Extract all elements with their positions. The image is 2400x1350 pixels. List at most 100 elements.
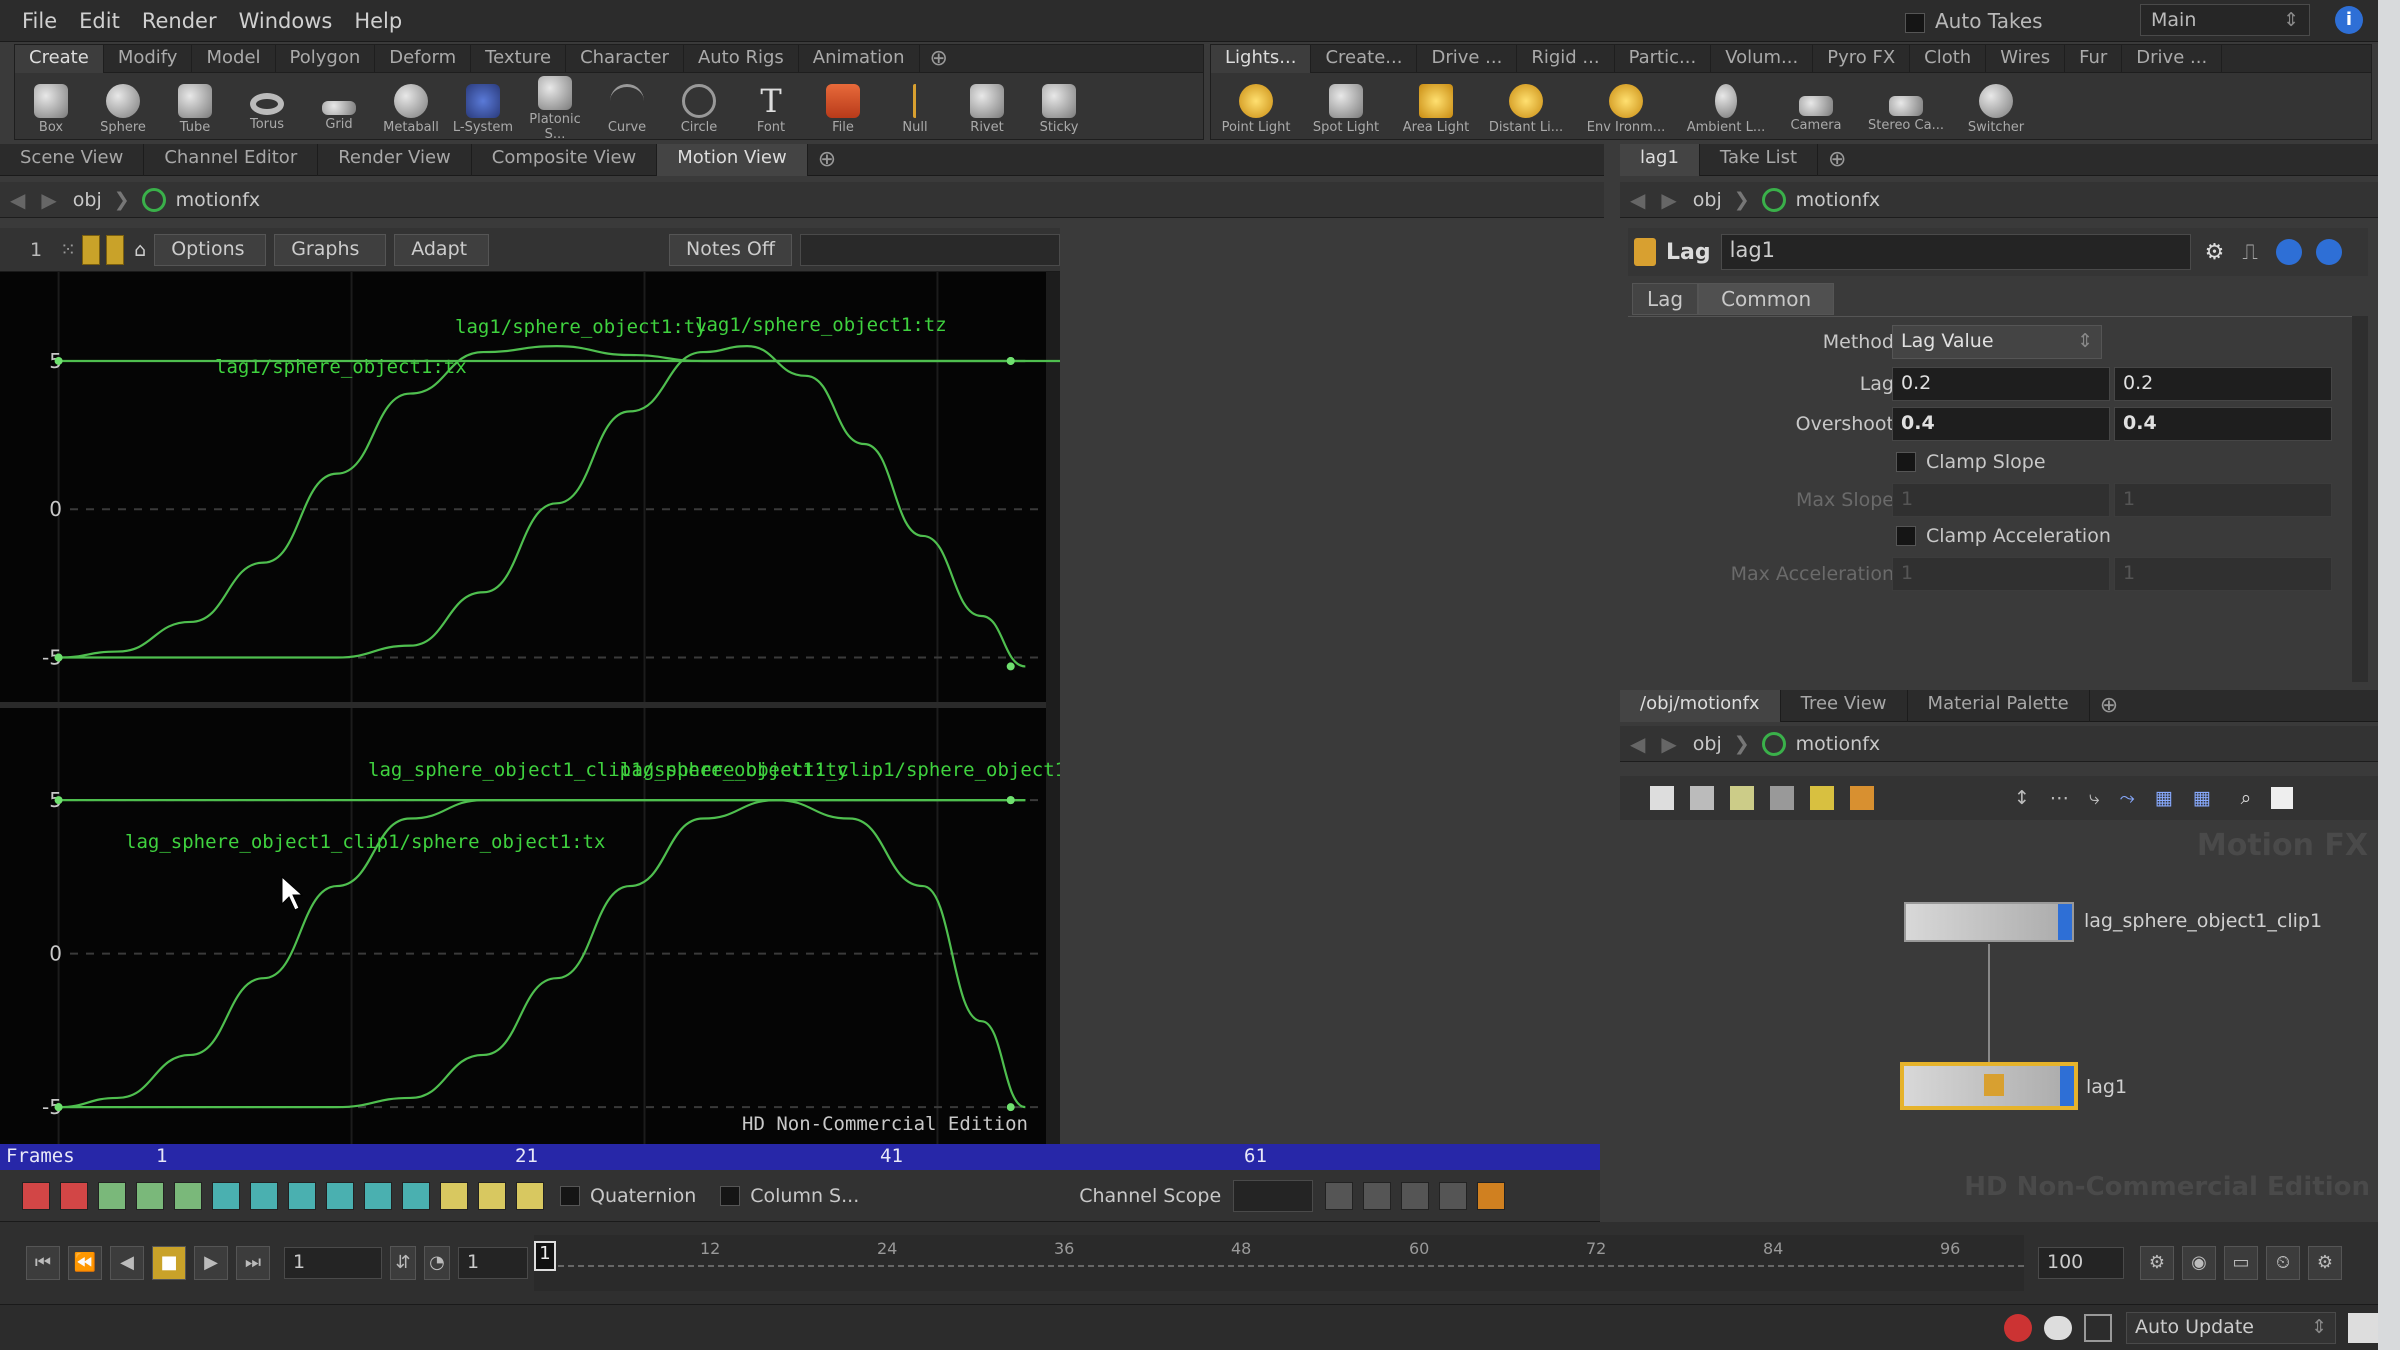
breadcrumb-motionfx[interactable]: motionfx bbox=[1796, 733, 1880, 755]
keys-icon[interactable]: ⚙ bbox=[2140, 1246, 2174, 1280]
shelf-tab-volum[interactable]: Volum... bbox=[1711, 44, 1814, 73]
play-icon[interactable]: ▶ bbox=[194, 1246, 228, 1280]
breadcrumb-obj[interactable]: obj bbox=[73, 189, 102, 211]
tool-font[interactable]: T Font bbox=[735, 78, 807, 135]
tool-grid[interactable]: Grid bbox=[303, 81, 375, 132]
tool-sticky[interactable]: Sticky bbox=[1023, 78, 1095, 135]
notes-menu[interactable]: Notes Off bbox=[669, 233, 792, 266]
teal-square-icon[interactable] bbox=[364, 1181, 392, 1210]
scope-tool-icon[interactable] bbox=[1325, 1181, 1354, 1210]
options-menu[interactable]: Options bbox=[154, 233, 267, 266]
palette-icon[interactable] bbox=[1730, 786, 1754, 810]
error-icon[interactable] bbox=[2004, 1313, 2032, 1342]
shelf-tab-rigid[interactable]: Rigid ... bbox=[1517, 44, 1615, 73]
shelf-tab-wires[interactable]: Wires bbox=[1986, 44, 2066, 73]
shelf-tab-cloth[interactable]: Cloth bbox=[1910, 44, 1987, 73]
add-tab-icon[interactable]: ⊕ bbox=[2100, 693, 2118, 718]
current-frame-field[interactable]: 1 bbox=[284, 1247, 382, 1279]
add-tab-icon[interactable]: ⊕ bbox=[818, 147, 836, 172]
teal-square-icon[interactable] bbox=[326, 1181, 354, 1210]
forward-arrow-icon[interactable]: ▶ bbox=[41, 188, 56, 212]
node-lag-sphere-clip[interactable] bbox=[1904, 902, 2074, 942]
tool-area-light[interactable]: Area Light bbox=[1391, 78, 1481, 135]
grid-view-button[interactable] bbox=[82, 234, 101, 265]
realtime-icon[interactable]: ◔ bbox=[424, 1246, 450, 1280]
tool-camera[interactable]: Camera bbox=[1771, 80, 1861, 133]
teal-square-icon[interactable] bbox=[402, 1181, 430, 1210]
scatter-icon[interactable]: ⁙ bbox=[60, 239, 76, 261]
step-back-icon[interactable]: ⏪ bbox=[68, 1246, 102, 1280]
tool-tube[interactable]: Tube bbox=[159, 78, 231, 135]
snap-icon[interactable]: ▦ bbox=[2155, 787, 2173, 809]
graph-index-icon[interactable]: 1 bbox=[30, 239, 42, 261]
tab-obj-motionfx[interactable]: /obj/motionfx bbox=[1620, 689, 1781, 722]
teal-square-icon[interactable] bbox=[250, 1181, 278, 1210]
teal-square-icon[interactable] bbox=[288, 1181, 316, 1210]
breadcrumb-motionfx[interactable]: motionfx bbox=[1796, 189, 1880, 211]
tool-curve[interactable]: Curve bbox=[591, 78, 663, 135]
tool-point-light[interactable]: Point Light bbox=[1211, 78, 1301, 135]
jump-start-icon[interactable]: ⏮ bbox=[26, 1246, 60, 1280]
tool-switcher[interactable]: Switcher bbox=[1951, 78, 2041, 135]
help-icon[interactable] bbox=[2315, 239, 2342, 265]
shelf-tab-auto-rigs[interactable]: Auto Rigs bbox=[684, 44, 799, 73]
node-lag1[interactable] bbox=[1900, 1062, 2078, 1110]
tab-scene-view[interactable]: Scene View bbox=[0, 143, 145, 176]
tool-box[interactable]: Box bbox=[15, 78, 87, 135]
overshoot-field-2[interactable]: 0.4 bbox=[2114, 407, 2332, 441]
graphs-menu[interactable]: Graphs bbox=[274, 233, 387, 266]
menu-help[interactable]: Help bbox=[354, 9, 402, 33]
param-tab-common[interactable]: Common bbox=[1698, 283, 1835, 315]
tab-lag1[interactable]: lag1 bbox=[1620, 143, 1700, 176]
snap-grid-icon[interactable]: ▦ bbox=[2193, 787, 2211, 809]
lag-field-1[interactable]: 0.2 bbox=[1892, 367, 2110, 401]
tool-null[interactable]: Null bbox=[879, 78, 951, 135]
stop-icon[interactable]: ■ bbox=[152, 1246, 186, 1280]
align-icon[interactable]: ↕ bbox=[2014, 787, 2030, 809]
shelf-tab-fur[interactable]: Fur bbox=[2065, 44, 2123, 73]
chat-icon[interactable] bbox=[2044, 1315, 2072, 1340]
auto-takes-toggle[interactable]: Auto Takes bbox=[1905, 9, 2043, 33]
shelf-tab-drive2[interactable]: Drive ... bbox=[2122, 44, 2223, 73]
clamp-slope-checkbox[interactable] bbox=[1896, 452, 1916, 472]
range-icon[interactable]: ▭ bbox=[2224, 1246, 2258, 1280]
tab-motion-view[interactable]: Motion View bbox=[657, 143, 808, 176]
breadcrumb-obj[interactable]: obj bbox=[1693, 733, 1722, 755]
back-arrow-icon[interactable]: ◀ bbox=[1630, 188, 1645, 212]
menu-windows[interactable]: Windows bbox=[239, 9, 333, 33]
display-flag-icon[interactable] bbox=[2058, 904, 2072, 940]
tab-tree-view[interactable]: Tree View bbox=[1781, 689, 1908, 722]
shelf-tab-modify[interactable]: Modify bbox=[104, 44, 193, 73]
note-icon[interactable] bbox=[1810, 786, 1834, 810]
tool-rivet[interactable]: Rivet bbox=[951, 78, 1023, 135]
end-frame-field[interactable]: 100 bbox=[2038, 1247, 2124, 1279]
desk-icon[interactable] bbox=[2348, 1312, 2378, 1343]
shelf-tab-drive[interactable]: Drive ... bbox=[1417, 44, 1518, 73]
help-icon[interactable]: i bbox=[2335, 6, 2363, 34]
scope-tool-icon[interactable] bbox=[1401, 1181, 1430, 1210]
graph-filter-field[interactable] bbox=[799, 233, 1060, 266]
shelf-tab-animation[interactable]: Animation bbox=[799, 44, 920, 73]
yellow-square-icon[interactable] bbox=[516, 1181, 544, 1210]
menu-file[interactable]: File bbox=[22, 9, 57, 33]
layout-icon[interactable] bbox=[1690, 786, 1714, 810]
display-flag-icon[interactable] bbox=[2060, 1066, 2074, 1106]
node-name-field[interactable]: lag1 bbox=[1720, 234, 2191, 270]
scope-tool-icon[interactable] bbox=[1439, 1181, 1468, 1210]
shelf-tab-lights[interactable]: Lights... bbox=[1211, 44, 1312, 73]
method-select[interactable]: Lag Value ⇕ bbox=[1892, 325, 2102, 359]
shelf-tab-partic[interactable]: Partic... bbox=[1615, 44, 1712, 73]
auto-update-menu[interactable]: Auto Update ⇕ bbox=[2126, 1311, 2336, 1344]
teal-square-icon[interactable] bbox=[212, 1181, 240, 1210]
grid-icon[interactable] bbox=[1770, 786, 1794, 810]
quaternion-checkbox[interactable] bbox=[560, 1185, 580, 1206]
forward-arrow-icon[interactable]: ▶ bbox=[1661, 732, 1676, 756]
add-shelf-icon[interactable]: ⊕ bbox=[930, 46, 948, 71]
timeline[interactable]: 1 12 24 36 48 60 72 84 96 bbox=[534, 1235, 2024, 1291]
red-square-icon[interactable] bbox=[60, 1181, 88, 1210]
channel-scope-field[interactable] bbox=[1233, 1179, 1314, 1212]
network-editor[interactable]: Motion FX lag_sphere_object1_clip1 lag1 … bbox=[1624, 822, 2378, 1222]
tool-circle[interactable]: Circle bbox=[663, 78, 735, 135]
stats-icon[interactable] bbox=[2084, 1313, 2112, 1342]
yellow-square-icon[interactable] bbox=[478, 1181, 506, 1210]
